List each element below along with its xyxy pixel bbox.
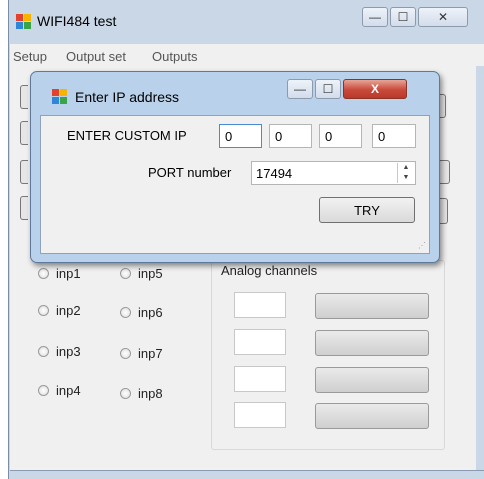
close-button[interactable]: ✕ [418,7,468,27]
minimize-button[interactable]: — [362,7,388,27]
menu-output-set[interactable]: Output set [66,49,126,64]
radio-icon [120,388,131,399]
dialog-client-area: ENTER CUSTOM IP 0 0 0 0 PORT number 1749… [40,115,430,254]
radio-icon [120,307,131,318]
radio-icon [120,268,131,279]
window-title: WIFI484 test [37,13,117,29]
analog-field-3[interactable] [234,366,286,392]
radio-icon [38,385,49,396]
window-bottom-border [10,470,484,471]
analog-channels-label: Analog channels [221,263,318,278]
maximize-icon: ☐ [322,82,334,96]
analog-field-4[interactable] [234,402,286,428]
analog-bar-4[interactable] [315,403,429,429]
ip-octet-3[interactable]: 0 [319,124,362,148]
dialog-close-button[interactable]: X [343,79,407,99]
close-icon: ✕ [437,10,449,24]
app-icon [16,14,32,30]
ip-octet-2[interactable]: 0 [269,124,312,148]
port-label: PORT number [148,165,232,180]
port-spinner[interactable]: ▲ ▼ [397,163,414,183]
analog-field-2[interactable] [234,329,286,355]
radio-icon [38,305,49,316]
dialog-app-icon [52,89,68,105]
minimize-icon: — [369,10,381,24]
dialog-maximize-button[interactable]: ☐ [315,79,341,99]
radio-icon [120,348,131,359]
analog-bar-3[interactable] [315,367,429,393]
radio-icon [38,268,49,279]
minimize-icon: — [294,82,306,96]
main-titlebar[interactable]: WIFI484 test — ☐ ✕ [9,0,484,44]
port-number-input[interactable]: 17494 ▲ ▼ [251,161,416,185]
menu-bar: Setup Output set Outputs [10,44,484,66]
enter-ip-dialog: Enter IP address — ☐ X ENTER CUSTOM IP 0… [30,71,440,263]
radio-icon [38,346,49,357]
dialog-minimize-button[interactable]: — [287,79,313,99]
resize-grip-icon[interactable]: ⋰ [418,242,426,250]
ip-octet-4[interactable]: 0 [372,124,416,148]
left-side-button[interactable] [20,196,28,220]
try-button[interactable]: TRY [319,197,415,223]
menu-setup[interactable]: Setup [13,49,47,64]
maximize-icon: ☐ [397,10,409,24]
left-side-button[interactable] [20,121,28,145]
custom-ip-label: ENTER CUSTOM IP [67,128,187,143]
maximize-button[interactable]: ☐ [390,7,416,27]
close-icon: X [370,82,379,96]
spin-down-icon[interactable]: ▼ [398,173,414,183]
spin-up-icon[interactable]: ▲ [398,163,414,173]
analog-field-1[interactable] [234,292,286,318]
ip-octet-1[interactable]: 0 [219,124,262,148]
menu-outputs[interactable]: Outputs [152,49,198,64]
left-side-button[interactable] [20,85,28,109]
analog-bar-2[interactable] [315,330,429,356]
dialog-title: Enter IP address [75,89,180,105]
left-side-button[interactable] [20,160,28,184]
analog-bar-1[interactable] [315,293,429,319]
